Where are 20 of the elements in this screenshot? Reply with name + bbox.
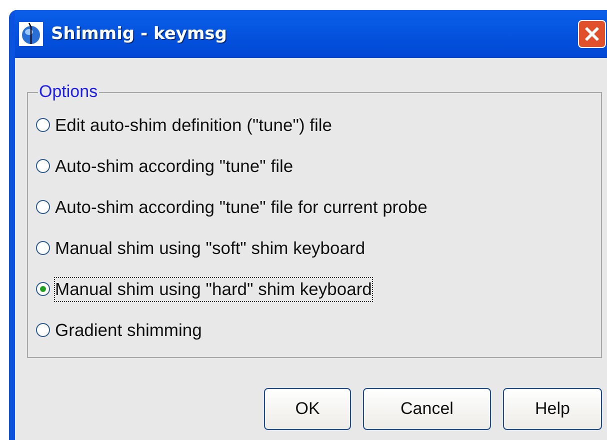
dialog-button[interactable]: Cancel [363,388,491,430]
globe-icon [19,22,43,46]
dialog-button[interactable]: Help [503,388,602,430]
option-label[interactable]: Gradient shimming [54,318,203,342]
option-label[interactable]: Auto-shim according "tune" file [54,154,294,178]
radio-button[interactable] [36,241,50,255]
option-label[interactable]: Manual shim using "hard" shim keyboard [54,276,373,302]
close-icon [583,25,601,43]
radio-button[interactable] [36,200,50,214]
window-title: Shimmig - keymsg [51,24,228,44]
option-label[interactable]: Manual shim using "soft" shim keyboard [54,236,366,260]
option-label[interactable]: Edit auto-shim definition ("tune") file [54,112,334,138]
group-legend: Options [38,82,99,102]
radio-button[interactable] [36,118,50,132]
radio-button[interactable] [36,159,50,173]
close-button[interactable] [578,20,606,48]
dialog-button[interactable]: OK [264,388,351,430]
radio-button[interactable] [36,323,50,337]
option-label[interactable]: Auto-shim according "tune" file for current probe [54,194,428,220]
radio-button[interactable] [36,282,50,296]
